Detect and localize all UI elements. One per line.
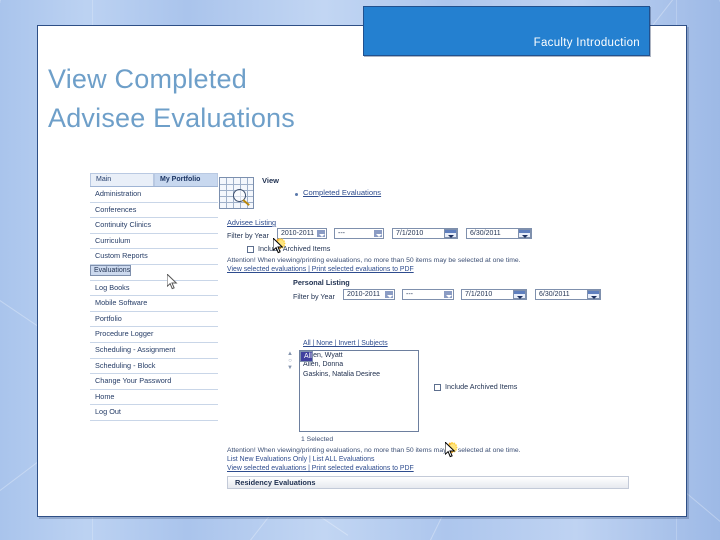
personal-list-links-text: List New Evaluations Only | List ALL Eva… — [227, 456, 375, 463]
advisee-year-select[interactable]: 2010-2011 — [277, 228, 327, 239]
slide-header-banner: Faculty Introduction — [363, 6, 650, 56]
advisee-filter-by-year-label: Filter by Year — [227, 231, 269, 240]
bullet-icon — [295, 193, 298, 196]
calendar-icon[interactable] — [587, 290, 600, 299]
personal-year-select[interactable]: 2010-2011 — [343, 289, 395, 300]
list-item[interactable]: Gaskins, Natalia Desiree — [300, 370, 418, 379]
banner-title: Faculty Introduction — [533, 37, 640, 49]
personal-second-select-value: --- — [406, 291, 413, 298]
page-title: View Completed Advisee Evaluations — [48, 60, 478, 138]
sidebar-item-scheduling-assignment[interactable]: Scheduling - Assignment — [90, 343, 218, 359]
personal-date-from-value: 7/1/2010 — [465, 291, 493, 298]
sidebar-item-change-your-password[interactable]: Change Your Password — [90, 374, 218, 390]
sidebar-item-log-books[interactable]: Log Books — [90, 281, 218, 297]
residency-evaluations-bar[interactable]: Residency Evaluations — [227, 476, 629, 489]
sidebar-item-administration[interactable]: Administration — [90, 187, 218, 203]
sidebar-item-conferences[interactable]: Conferences — [90, 203, 218, 219]
sidebar-item-mobile-software[interactable]: Mobile Software — [90, 296, 218, 312]
personal-date-to[interactable]: 6/30/2011 — [535, 289, 601, 300]
advisee-second-select[interactable]: --- — [334, 228, 384, 239]
list-item[interactable]: All — [300, 351, 313, 362]
sidebar-item-procedure-logger[interactable]: Procedure Logger — [90, 327, 218, 343]
sidebar-item-curriculum[interactable]: Curriculum — [90, 234, 218, 250]
selected-count: 1 Selected — [301, 436, 334, 443]
chevron-down-icon — [373, 229, 383, 238]
advisee-second-select-value: --- — [338, 230, 345, 237]
sidebar-item-portfolio[interactable]: Portfolio — [90, 312, 218, 328]
sidebar-item-home[interactable]: Home — [90, 390, 218, 406]
advisee-date-from[interactable]: 7/1/2010 — [392, 228, 458, 239]
title-line-2: Advisee Evaluations — [48, 103, 295, 134]
title-line-1: View Completed — [48, 64, 247, 94]
list-item[interactable]: Alden, Wyatt — [300, 351, 418, 360]
tab-main[interactable]: Main — [90, 173, 154, 186]
chevron-down-icon — [384, 290, 394, 299]
personal-select-links-text: All | None | Invert | Subjects — [303, 340, 388, 347]
view-heading: View — [262, 176, 279, 185]
scroll-up-icon[interactable]: ▲ — [285, 351, 295, 358]
sidebar-item-custom-reports[interactable]: Custom Reports — [90, 249, 218, 265]
personal-listing-heading: Personal Listing — [293, 278, 350, 287]
advisee-date-to-value: 6/30/2011 — [470, 230, 501, 237]
calendar-icon[interactable] — [518, 229, 531, 238]
advisee-action-links-text: View selected evaluations | Print select… — [227, 266, 414, 273]
sidebar-item-continuity-clinics[interactable]: Continuity Clinics — [90, 218, 218, 234]
calendar-icon[interactable] — [444, 229, 457, 238]
personal-listing-listbox[interactable]: All Alden, Wyatt Allen, Donna Gaskins, N… — [299, 350, 419, 432]
personal-action-links-text: View selected evaluations | Print select… — [227, 465, 414, 472]
sidebar-item-evaluations[interactable]: Evaluations — [90, 264, 132, 276]
sidebar-navigation: Main My Portfolio Administration Confere… — [90, 173, 218, 421]
personal-attention-note: Attention! When viewing/printing evaluat… — [227, 447, 521, 454]
table-search-icon — [219, 177, 254, 209]
personal-filter-by-year-label: Filter by Year — [293, 292, 335, 301]
advisee-action-links[interactable]: View selected evaluations | Print select… — [227, 266, 414, 273]
embedded-app-screenshot: Main My Portfolio Administration Confere… — [51, 146, 641, 489]
personal-year-value: 2010-2011 — [347, 291, 380, 298]
personal-date-to-value: 6/30/2011 — [539, 291, 570, 298]
sidebar-item-log-out[interactable]: Log Out — [90, 405, 218, 421]
chevron-down-icon — [316, 229, 326, 238]
advisee-year-value: 2010-2011 — [281, 230, 314, 237]
sidebar-tabs: Main My Portfolio — [90, 173, 218, 187]
advisee-attention-note: Attention! When viewing/printing evaluat… — [227, 257, 521, 264]
personal-second-select[interactable]: --- — [402, 289, 454, 300]
completed-evaluations-link[interactable]: Completed Evaluations — [303, 188, 381, 197]
list-item[interactable]: Allen, Donna — [300, 360, 418, 369]
personal-action-links[interactable]: View selected evaluations | Print select… — [227, 465, 414, 472]
calendar-icon[interactable] — [513, 290, 526, 299]
scroll-thumb-icon[interactable]: ○ — [285, 358, 295, 365]
personal-include-archived-checkbox[interactable] — [434, 384, 441, 391]
advisee-include-archived-label: Include Archived Items — [258, 244, 331, 253]
personal-select-links[interactable]: All | None | Invert | Subjects — [303, 340, 388, 347]
personal-list-links[interactable]: List New Evaluations Only | List ALL Eva… — [227, 456, 374, 463]
advisee-listing-link[interactable]: Advisee Listing — [227, 218, 276, 227]
scroll-down-icon[interactable]: ▼ — [285, 365, 295, 372]
personal-date-from[interactable]: 7/1/2010 — [461, 289, 527, 300]
sidebar-item-scheduling-block[interactable]: Scheduling - Block — [90, 359, 218, 375]
advisee-include-archived-checkbox[interactable] — [247, 246, 254, 253]
advisee-date-from-value: 7/1/2010 — [396, 230, 424, 237]
tab-my-portfolio[interactable]: My Portfolio — [154, 173, 218, 186]
advisee-date-to[interactable]: 6/30/2011 — [466, 228, 532, 239]
chevron-down-icon — [443, 290, 453, 299]
slide-canvas: Faculty Introduction View Completed Advi… — [0, 0, 720, 540]
personal-include-archived-label: Include Archived Items — [445, 382, 518, 391]
listbox-scroll-spinner[interactable]: ▲ ○ ▼ — [285, 351, 295, 372]
